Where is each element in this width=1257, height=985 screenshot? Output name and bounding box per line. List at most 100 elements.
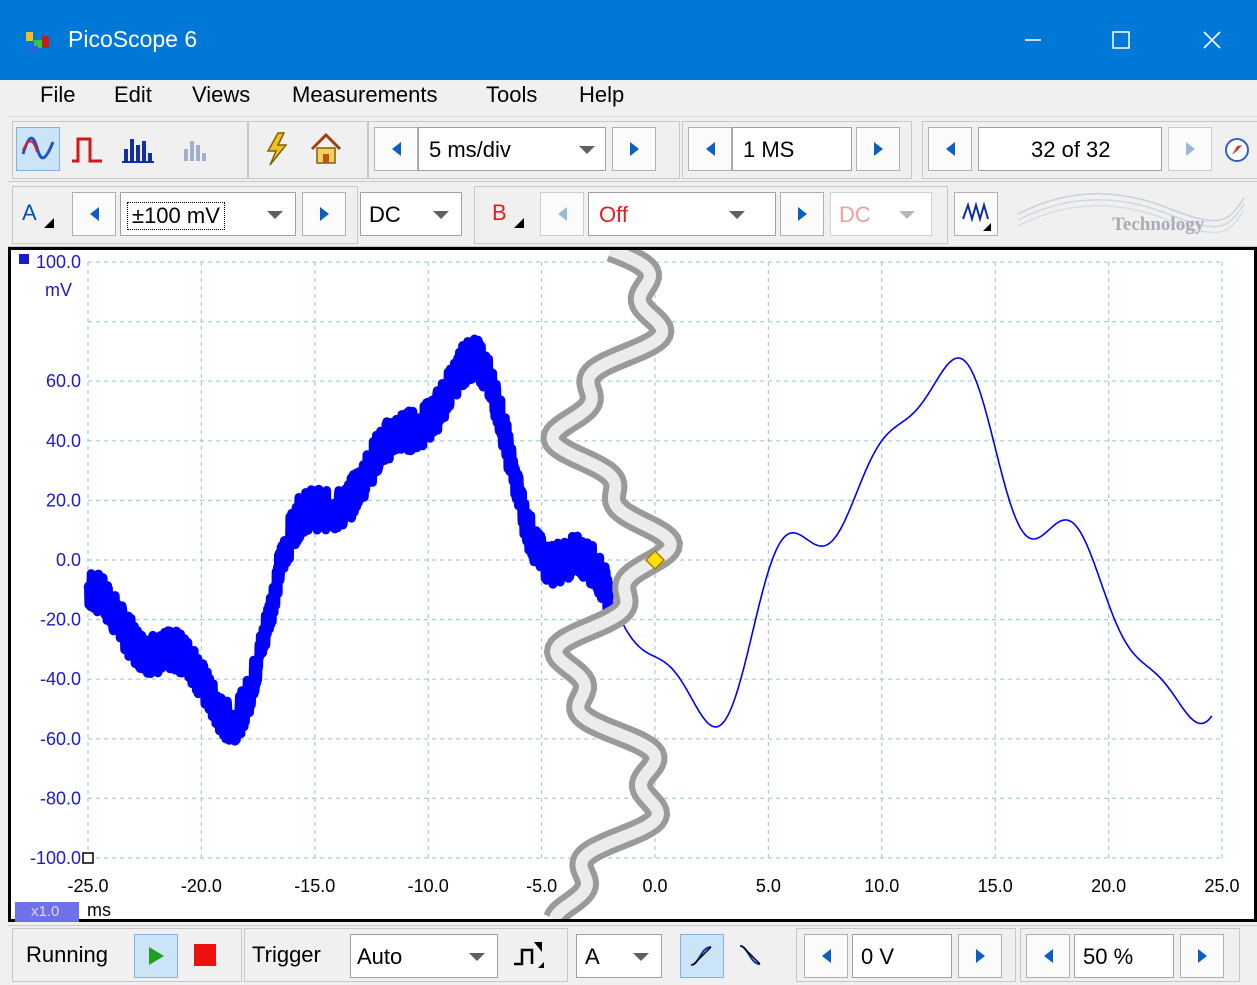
- trigger-mode-value: Auto: [357, 944, 403, 969]
- left-arrow-icon: [89, 207, 99, 221]
- samples-value: 1 MS: [743, 137, 795, 162]
- spectrum-mode-button[interactable]: [118, 127, 158, 171]
- x-tick-label: -10.0: [408, 876, 449, 896]
- left-arrow-icon: [945, 142, 955, 156]
- pretrigger-value: 50 %: [1083, 944, 1134, 969]
- channel-a-coupling-select[interactable]: DC: [360, 192, 462, 236]
- persistence-mode-button[interactable]: [68, 127, 108, 171]
- buffer-overview-button[interactable]: [1222, 135, 1252, 165]
- buffer-navigator[interactable]: 32 of 32: [978, 127, 1162, 171]
- advanced-trigger-button[interactable]: [508, 938, 548, 974]
- maximize-button[interactable]: [1073, 0, 1169, 80]
- channel-a-range-decrease[interactable]: [72, 192, 116, 236]
- menu-help[interactable]: Help: [579, 82, 624, 108]
- threshold-input[interactable]: 0 V: [852, 934, 952, 978]
- channel-a-range-value: ±100 mV: [127, 202, 225, 230]
- threshold-increase-button[interactable]: [958, 934, 1002, 978]
- buffer-next-button[interactable]: [1168, 127, 1212, 171]
- trigger-mode-select[interactable]: Auto: [350, 934, 498, 978]
- zoom-badge[interactable]: x1.0: [15, 902, 79, 922]
- x-axis-labels: -25.0 -20.0 -15.0 -10.0 -5.0 0.0 5.0 10.0 15.0 20…: [67, 876, 1239, 896]
- x-tick-label: -5.0: [526, 876, 557, 896]
- channel-b-range-decrease[interactable]: [540, 192, 584, 236]
- advanced-trigger-icon: [514, 942, 544, 968]
- pretrigger-decrease-button[interactable]: [1026, 934, 1070, 978]
- channel-a-range-increase[interactable]: [302, 192, 346, 236]
- x-ruler-handle[interactable]: [82, 852, 94, 864]
- timebase-select[interactable]: 5 ms/div: [418, 127, 606, 171]
- pretrigger-increase-button[interactable]: [1180, 934, 1224, 978]
- channel-a-options-icon[interactable]: [44, 218, 54, 228]
- channel-a-coupling-value: DC: [369, 202, 401, 227]
- menu-measurements[interactable]: Measurements: [292, 82, 438, 108]
- rising-edge-icon: [690, 946, 712, 966]
- home-icon: [310, 132, 342, 164]
- channel-b-coupling-select[interactable]: DC: [830, 192, 932, 236]
- y-ruler-handle[interactable]: [19, 254, 29, 264]
- left-arrow-icon: [821, 949, 831, 963]
- x-tick-label: -20.0: [181, 876, 222, 896]
- samples-decrease-button[interactable]: [688, 127, 732, 171]
- home-button[interactable]: [306, 127, 346, 171]
- channel-b-coupling-value: DC: [839, 202, 871, 227]
- stop-button[interactable]: [194, 944, 216, 966]
- channel-a-range-select[interactable]: ±100 mV: [120, 192, 296, 236]
- start-button[interactable]: [134, 934, 178, 978]
- trigger-source-value: A: [585, 944, 600, 969]
- pretrigger-input[interactable]: 50 %: [1074, 934, 1174, 978]
- timebase-value: 5 ms/div: [429, 137, 511, 162]
- channel-b-range-select[interactable]: Off: [588, 192, 776, 236]
- trigger-source-select[interactable]: A: [576, 934, 662, 978]
- falling-edge-icon: [739, 945, 761, 965]
- left-arrow-icon: [705, 142, 715, 156]
- maximize-icon: [1112, 31, 1130, 49]
- threshold-decrease-button[interactable]: [804, 934, 848, 978]
- compass-icon: [1225, 138, 1249, 162]
- zoom-value: x1.0: [31, 903, 60, 920]
- scope-view[interactable]: 100.0 60.0 40.0 20.0 0.0 -20.0 -40.0 -60.0 -80.0…: [8, 247, 1257, 922]
- chevron-down-icon: [579, 146, 595, 154]
- timebase-increase-button[interactable]: [612, 127, 656, 171]
- play-icon: [149, 947, 164, 965]
- buffer-value: 32 of 32: [1031, 137, 1111, 162]
- y-unit-label: mV: [45, 280, 72, 300]
- run-state-label: Running: [26, 942, 108, 967]
- channel-a-label[interactable]: A: [22, 200, 37, 226]
- timebase-decrease-button[interactable]: [374, 127, 418, 171]
- menu-file[interactable]: File: [40, 82, 75, 108]
- x-tick-label: 5.0: [756, 876, 781, 896]
- y-tick-label: 60.0: [46, 371, 81, 391]
- chevron-down-icon: [469, 953, 485, 961]
- channel-b-range-increase[interactable]: [780, 192, 824, 236]
- auto-setup-button[interactable]: [256, 127, 296, 171]
- window-title: PicoScope 6: [68, 26, 198, 52]
- samples-increase-button[interactable]: [856, 127, 900, 171]
- scope-mode-button[interactable]: [16, 127, 60, 171]
- buffer-previous-button[interactable]: [928, 127, 972, 171]
- channel-b-options-icon[interactable]: [514, 218, 524, 228]
- spectrum-disabled-icon: [184, 141, 206, 161]
- rising-edge-button[interactable]: [680, 934, 724, 978]
- x-unit-label: ms: [87, 900, 111, 920]
- samples-select[interactable]: 1 MS: [732, 127, 852, 171]
- close-button[interactable]: [1164, 0, 1257, 80]
- falling-edge-button[interactable]: [730, 934, 774, 978]
- spectrum-disabled-button[interactable]: [176, 127, 216, 171]
- x-tick-label: -15.0: [294, 876, 335, 896]
- right-arrow-icon: [629, 142, 639, 156]
- overlay-markers: [19, 250, 683, 919]
- waveform-clean-trace: [608, 357, 1213, 728]
- menu-edit[interactable]: Edit: [114, 82, 152, 108]
- chevron-down-icon: [433, 211, 449, 219]
- channel-b-label[interactable]: B: [492, 200, 507, 226]
- signal-generator-button[interactable]: [954, 192, 998, 236]
- menu-views[interactable]: Views: [192, 82, 250, 108]
- left-arrow-icon: [1043, 949, 1053, 963]
- y-tick-label: -80.0: [40, 788, 81, 808]
- minimize-button[interactable]: [985, 0, 1081, 80]
- waveform-noisy-trace: [83, 334, 615, 746]
- title-bar: PicoScope 6: [0, 0, 1257, 80]
- right-arrow-icon: [873, 142, 883, 156]
- scope-plot[interactable]: 100.0 60.0 40.0 20.0 0.0 -20.0 -40.0 -60.0 -80.0…: [11, 250, 1254, 919]
- menu-tools[interactable]: Tools: [486, 82, 537, 108]
